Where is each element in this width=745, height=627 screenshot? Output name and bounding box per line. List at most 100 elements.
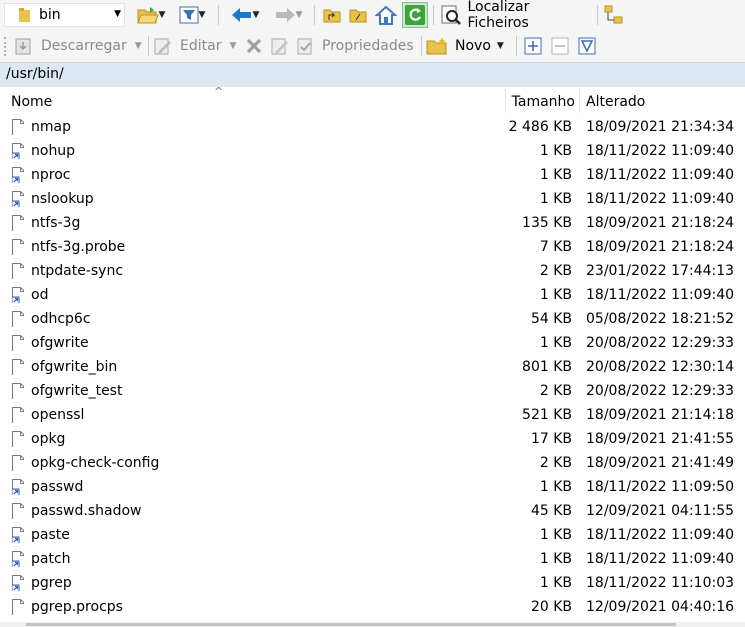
- scrollbar-thumb[interactable]: [26, 623, 676, 626]
- location-combo[interactable]: bin ▼: [4, 3, 125, 27]
- edit-button[interactable]: Editar ▼: [153, 35, 237, 57]
- file-icon: [12, 119, 24, 135]
- toolbar-grip: [4, 37, 10, 56]
- file-modified: 18/11/2022 11:09:50: [586, 479, 735, 495]
- file-row[interactable]: paste 1 KB 18/11/2022 11:09:40: [0, 524, 745, 548]
- download-button[interactable]: Descarregar ▼: [14, 35, 142, 57]
- find-files-button[interactable]: Localizar Ficheiros: [438, 0, 592, 31]
- file-icon: [12, 239, 24, 255]
- new-label: Novo: [455, 38, 491, 54]
- file-name: ofgwrite: [31, 335, 89, 351]
- column-name-header[interactable]: Nome ^: [0, 85, 505, 116]
- file-icon: [12, 215, 24, 231]
- file-row[interactable]: ntfs-3g.probe 7 KB 18/09/2021 21:18:24: [0, 236, 745, 260]
- separator: [433, 5, 434, 25]
- file-row[interactable]: openssl 521 KB 18/09/2021 21:14:18: [0, 404, 745, 428]
- file-row[interactable]: pgrep 1 KB 18/11/2022 11:10:03: [0, 572, 745, 596]
- chevron-down-icon[interactable]: ▼: [253, 10, 260, 20]
- column-size-header[interactable]: Tamanho: [506, 87, 579, 116]
- edit-label: Editar: [180, 38, 222, 54]
- file-row[interactable]: od 1 KB 18/11/2022 11:09:40: [0, 284, 745, 308]
- home-button[interactable]: [374, 3, 398, 27]
- unselect-button[interactable]: [550, 36, 570, 56]
- refresh-button[interactable]: [402, 2, 428, 28]
- separator: [597, 5, 598, 25]
- file-size: 2 KB: [539, 455, 572, 471]
- file-row[interactable]: ofgwrite 1 KB 20/08/2022 12:29:33: [0, 332, 745, 356]
- file-name: pgrep: [31, 575, 72, 591]
- filter-button[interactable]: ▼: [172, 4, 212, 26]
- file-name: ntfs-3g.probe: [31, 239, 126, 255]
- rename-button[interactable]: [269, 35, 291, 57]
- symlink-file-icon: [12, 143, 24, 159]
- chevron-down-icon[interactable]: ▼: [114, 9, 121, 19]
- file-size: 20 KB: [530, 599, 572, 615]
- file-row[interactable]: nproc 1 KB 18/11/2022 11:09:40: [0, 164, 745, 188]
- file-icon: [12, 599, 24, 615]
- column-name-label: Nome: [11, 94, 53, 110]
- file-row[interactable]: passwd.shadow 45 KB 12/09/2021 04:11:55: [0, 500, 745, 524]
- file-size: 1 KB: [539, 551, 572, 567]
- file-icon: [12, 311, 24, 327]
- file-modified: 18/09/2021 21:41:49: [586, 455, 735, 471]
- file-row[interactable]: ntpdate-sync 2 KB 23/01/2022 17:44:13: [0, 260, 745, 284]
- file-modified: 18/09/2021 21:18:24: [586, 239, 735, 255]
- file-size: 2 KB: [539, 383, 572, 399]
- horizontal-scrollbar[interactable]: [0, 622, 745, 627]
- separator: [148, 36, 149, 56]
- chevron-down-icon[interactable]: ▼: [159, 10, 166, 20]
- parent-folder-icon: [323, 9, 341, 23]
- open-folder-button[interactable]: ▼: [131, 4, 171, 26]
- chevron-down-icon[interactable]: ▼: [497, 41, 504, 51]
- symlink-file-icon: [12, 287, 24, 303]
- chevron-down-icon[interactable]: ▼: [296, 10, 303, 20]
- folder-icon: [19, 8, 30, 22]
- back-arrow-icon: [231, 8, 251, 22]
- file-name: openssl: [31, 407, 85, 423]
- symlink-file-icon: [12, 551, 24, 567]
- file-row[interactable]: pgrep.procps 20 KB 12/09/2021 04:40:16: [0, 596, 745, 620]
- file-name: passwd.shadow: [31, 503, 142, 519]
- properties-button[interactable]: Propriedades: [296, 35, 418, 57]
- path-bar[interactable]: /usr/bin/: [0, 62, 745, 87]
- file-icon: [12, 383, 24, 399]
- symlink-file-icon: [12, 575, 24, 591]
- column-modified-header[interactable]: Alterado: [580, 87, 745, 116]
- file-row[interactable]: ofgwrite_test 2 KB 20/08/2022 12:29:33: [0, 380, 745, 404]
- file-row[interactable]: odhcp6c 54 KB 05/08/2022 18:21:52: [0, 308, 745, 332]
- download-label: Descarregar: [41, 38, 127, 54]
- file-name: ofgwrite_bin: [31, 359, 118, 375]
- file-size: 1 KB: [539, 191, 572, 207]
- file-modified: 18/09/2021 21:41:55: [586, 431, 735, 447]
- file-row[interactable]: opkg-check-config 2 KB 18/09/2021 21:41:49: [0, 452, 745, 476]
- new-button[interactable]: Novo ▼: [426, 35, 510, 57]
- file-row[interactable]: nmap 2 486 KB 18/09/2021 21:34:34: [0, 116, 745, 140]
- file-row[interactable]: nslookup 1 KB 18/11/2022 11:09:40: [0, 188, 745, 212]
- chevron-down-icon[interactable]: ▼: [135, 41, 142, 51]
- file-row[interactable]: ofgwrite_bin 801 KB 20/08/2022 12:30:14: [0, 356, 745, 380]
- chevron-down-icon[interactable]: ▼: [199, 10, 206, 20]
- file-row[interactable]: passwd 1 KB 18/11/2022 11:09:50: [0, 476, 745, 500]
- filter-select-button[interactable]: [577, 36, 597, 56]
- directory-tree-button[interactable]: [602, 4, 626, 26]
- forward-button[interactable]: ▼: [267, 4, 309, 26]
- file-name: nmap: [31, 119, 71, 135]
- chevron-down-icon[interactable]: ▼: [229, 41, 236, 51]
- file-row[interactable]: patch 1 KB 18/11/2022 11:09:40: [0, 548, 745, 572]
- select-button[interactable]: [523, 36, 543, 56]
- file-row[interactable]: ntfs-3g 135 KB 18/09/2021 21:18:24: [0, 212, 745, 236]
- back-button[interactable]: ▼: [224, 4, 266, 26]
- file-row[interactable]: nohup 1 KB 18/11/2022 11:09:40: [0, 140, 745, 164]
- root-directory-button[interactable]: [347, 4, 369, 26]
- file-size: 54 KB: [530, 311, 572, 327]
- file-modified: 20/08/2022 12:29:33: [586, 335, 735, 351]
- parent-directory-button[interactable]: [321, 4, 343, 26]
- delete-button[interactable]: [243, 35, 265, 57]
- symlink-file-icon: [12, 479, 24, 495]
- file-modified: 18/09/2021 21:18:24: [586, 215, 735, 231]
- file-size: 1 KB: [539, 479, 572, 495]
- file-size: 1 KB: [539, 527, 572, 543]
- file-icon: [12, 335, 24, 351]
- file-row[interactable]: opkg 17 KB 18/09/2021 21:41:55: [0, 428, 745, 452]
- rename-icon: [271, 38, 288, 55]
